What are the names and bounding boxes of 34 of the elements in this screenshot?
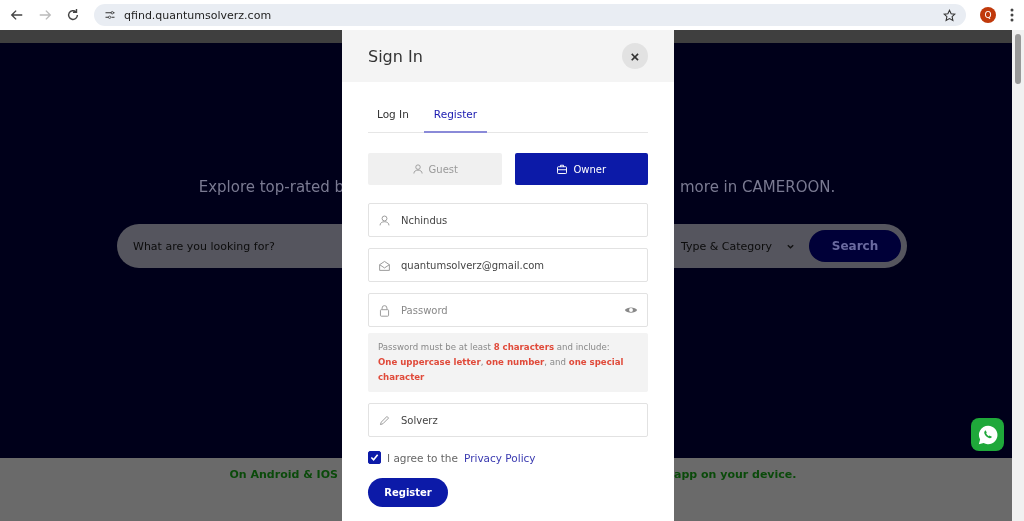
search-button[interactable]: Search [809,230,901,262]
scrollbar-thumb[interactable] [1015,34,1021,84]
hero-tagline: more in CAMEROON. [680,178,836,196]
address-bar[interactable]: qfind.quantumsolverz.com [94,4,966,26]
privacy-policy-link[interactable]: Privacy Policy [464,451,536,464]
password-field[interactable]: Password [368,293,648,327]
dialog-title: Sign In [368,46,423,66]
app-banner-text: app on your device. [674,468,797,481]
close-button[interactable]: × [622,43,648,69]
input-field[interactable]: quantumsolverz@gmail.com [368,248,648,282]
chat-button[interactable] [971,418,1004,451]
agree-label: I agree to the [387,451,458,464]
back-icon[interactable] [10,8,24,22]
agree-checkbox[interactable] [368,451,381,464]
tab[interactable]: Log In [368,104,418,133]
register-button[interactable]: Register [368,478,448,507]
pencil-icon [378,414,391,427]
lock-icon [378,304,391,317]
reload-icon[interactable] [66,8,80,22]
role-toggle[interactable]: Owner [514,153,648,185]
phone-bubble-icon [976,423,999,446]
tab[interactable]: Register [423,104,488,133]
star-icon[interactable] [943,8,956,22]
profile-avatar[interactable]: Q [980,7,996,23]
person-icon [411,163,424,175]
app-banner-text: On Android & IOS [229,468,338,481]
person-icon [378,214,391,227]
password-hint: Password must be at least 8 characters and include: One uppercase letter, one number, and one special character [368,333,648,392]
envelope-icon [378,259,391,272]
input-field[interactable]: Nchindus [368,203,648,237]
input-field[interactable]: Solverz [368,403,648,437]
menu-icon[interactable] [1010,8,1014,22]
briefcase-icon [556,163,569,175]
site-settings-icon[interactable] [104,9,116,21]
